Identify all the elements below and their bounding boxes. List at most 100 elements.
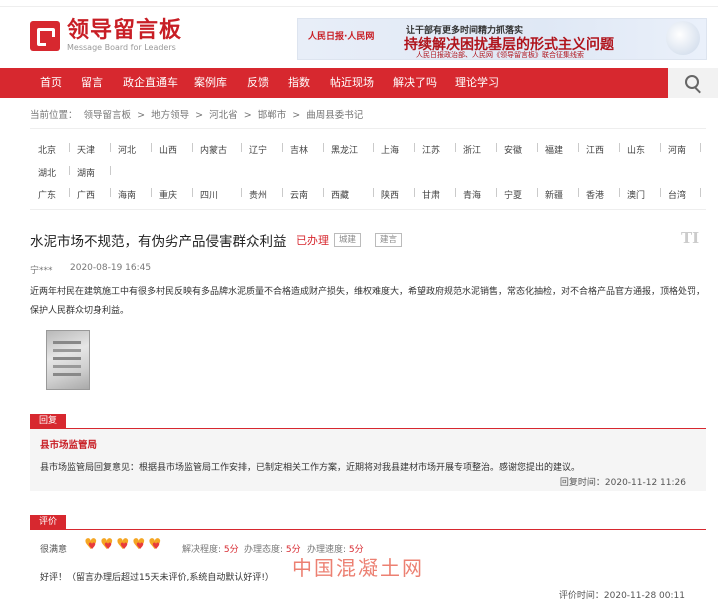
reply-text: 县市场监管局回复意见：根据县市场监管局工作安排，已制定相关工作方案，近期将对我县… (40, 463, 581, 473)
region-link[interactable]: 辽宁 (249, 143, 267, 156)
region-link[interactable]: 西藏 (331, 188, 349, 201)
region-link[interactable]: 吉林 (290, 143, 308, 156)
font-size-icon[interactable]: TI (681, 229, 699, 247)
region-link[interactable]: 陕西 (381, 188, 399, 201)
heart-inner-icon: ♥ (152, 542, 161, 552)
region-separator: | (240, 143, 244, 153)
region-link[interactable]: 四川 (200, 188, 218, 201)
breadcrumb-city[interactable]: 邯郸市 (258, 110, 287, 121)
region-separator: | (68, 188, 72, 198)
breadcrumb-sep: > (195, 110, 204, 121)
region-link[interactable]: 山东 (627, 143, 645, 156)
region-separator: | (109, 143, 113, 153)
region-link[interactable]: 天津 (77, 143, 95, 156)
evaluation-divider (30, 529, 706, 530)
region-link[interactable]: 青海 (463, 188, 481, 201)
status-badge: 已办理 (296, 234, 329, 247)
logo-title: 领导留言板 (67, 18, 183, 43)
site-logo[interactable]: 领导留言板 Message Board for Leaders (30, 19, 182, 53)
region-link[interactable]: 海南 (118, 188, 136, 201)
region-link[interactable]: 浙江 (463, 143, 481, 156)
region-link[interactable]: 湖南 (77, 166, 95, 179)
attachment-thumbnail[interactable] (46, 330, 90, 390)
header-banner[interactable]: 人民日报·人民网 让干部有更多时间精力抓落实 持续解决困扰基层的形式主义问题 人… (297, 18, 707, 60)
region-link[interactable]: 北京 (38, 143, 56, 156)
breadcrumb-sep: > (243, 110, 252, 121)
evaluation-comment: 好评！（留言办理后超过15天未评价,系统自动默认好评!） (40, 573, 274, 583)
breadcrumb-local[interactable]: 地方领导 (151, 110, 189, 121)
region-separator: | (699, 188, 703, 198)
heart-inner-icon: ♥ (136, 542, 145, 552)
breadcrumb-current[interactable]: 曲周县委书记 (306, 110, 363, 121)
region-separator: | (413, 143, 417, 153)
nav-cases[interactable]: 案例库 (194, 68, 227, 98)
region-separator: | (322, 188, 326, 198)
region-link[interactable]: 河北 (118, 143, 136, 156)
region-link[interactable]: 江苏 (422, 143, 440, 156)
region-link[interactable]: 福建 (545, 143, 563, 156)
main-nav: 首页 留言 政企直通车 案例库 反馈 指数 帖近现场 解决了吗 理论学习 (0, 68, 718, 98)
reply-box: 县市场监管局 县市场监管局回复意见：根据县市场监管局工作安排，已制定相关工作方案… (30, 428, 706, 491)
region-link[interactable]: 甘肃 (422, 188, 440, 201)
region-separator: | (322, 143, 326, 153)
region-separator: | (577, 143, 581, 153)
breadcrumb-home[interactable]: 领导留言板 (84, 110, 132, 121)
region-link[interactable]: 山西 (159, 143, 177, 156)
region-link[interactable]: 安徽 (504, 143, 522, 156)
region-separator: | (109, 166, 113, 176)
region-link[interactable]: 广西 (77, 188, 95, 201)
metric-label: 办理态度: (244, 545, 284, 555)
region-separator: | (536, 188, 540, 198)
region-link[interactable]: 香港 (586, 188, 604, 201)
tag-urban[interactable]: 城建 (334, 233, 362, 247)
region-separator: | (618, 188, 622, 198)
region-link[interactable]: 河南 (668, 143, 686, 156)
search-button[interactable] (668, 68, 718, 98)
rating-hearts: ♥ ♥ ♥ ♥ ♥ ♥ ♥ ♥ ♥ ♥ (84, 536, 168, 552)
region-link[interactable]: 宁夏 (504, 188, 522, 201)
region-link[interactable]: 上海 (381, 143, 399, 156)
region-separator: | (109, 188, 113, 198)
region-link[interactable]: 新疆 (545, 188, 563, 201)
nav-message[interactable]: 留言 (81, 68, 103, 98)
region-separator: | (191, 143, 195, 153)
region-link[interactable]: 重庆 (159, 188, 177, 201)
region-separator: | (659, 143, 663, 153)
reply-label: 回复 (30, 414, 66, 428)
reply-time: 回复时间：2020-11-12 11:26 (559, 478, 686, 488)
region-separator: | (454, 188, 458, 198)
region-separator: | (454, 143, 458, 153)
region-separator: | (659, 188, 663, 198)
breadcrumb-prefix: 当前位置： (30, 110, 78, 121)
post-time: 2020-08-19 16:45 (70, 263, 152, 273)
region-separator: | (495, 188, 499, 198)
region-separator: | (191, 188, 195, 198)
region-link[interactable]: 澳门 (627, 188, 645, 201)
nav-theory[interactable]: 理论学习 (455, 68, 499, 98)
nav-index[interactable]: 指数 (288, 68, 310, 98)
region-link[interactable]: 黑龙江 (331, 143, 358, 156)
nav-solved[interactable]: 解决了吗 (393, 68, 437, 98)
region-link[interactable]: 内蒙古 (200, 143, 227, 156)
region-separator: | (618, 143, 622, 153)
nav-scene[interactable]: 帖近现场 (330, 68, 374, 98)
nav-home[interactable]: 首页 (40, 68, 62, 98)
region-link[interactable]: 贵州 (249, 188, 267, 201)
reply-org: 县市场监管局 (40, 440, 98, 451)
region-list: 北京 | 天津 | 河北 | 山西 | 内蒙古 | 辽宁 | 吉林 | 黑龙江 | 上海 | 江苏 | 浙江 | 安徽 | 福建… (30, 128, 706, 210)
nav-feedback[interactable]: 反馈 (247, 68, 269, 98)
region-link[interactable]: 台湾 (668, 188, 686, 201)
breadcrumb-province[interactable]: 河北省 (209, 110, 238, 121)
breadcrumb-sep: > (292, 110, 301, 121)
heart-inner-icon: ♥ (120, 542, 129, 552)
region-separator: | (281, 143, 285, 153)
region-separator: | (413, 188, 417, 198)
region-link[interactable]: 云南 (290, 188, 308, 201)
region-link[interactable]: 广东 (38, 188, 56, 201)
region-link[interactable]: 江西 (586, 143, 604, 156)
top-strip (0, 0, 718, 7)
region-link[interactable]: 湖北 (38, 166, 56, 179)
nav-enterprise[interactable]: 政企直通车 (123, 68, 178, 98)
tag-suggestion[interactable]: 建言 (375, 233, 403, 247)
metric-resolution: 解决程度: 5分 (182, 542, 239, 555)
